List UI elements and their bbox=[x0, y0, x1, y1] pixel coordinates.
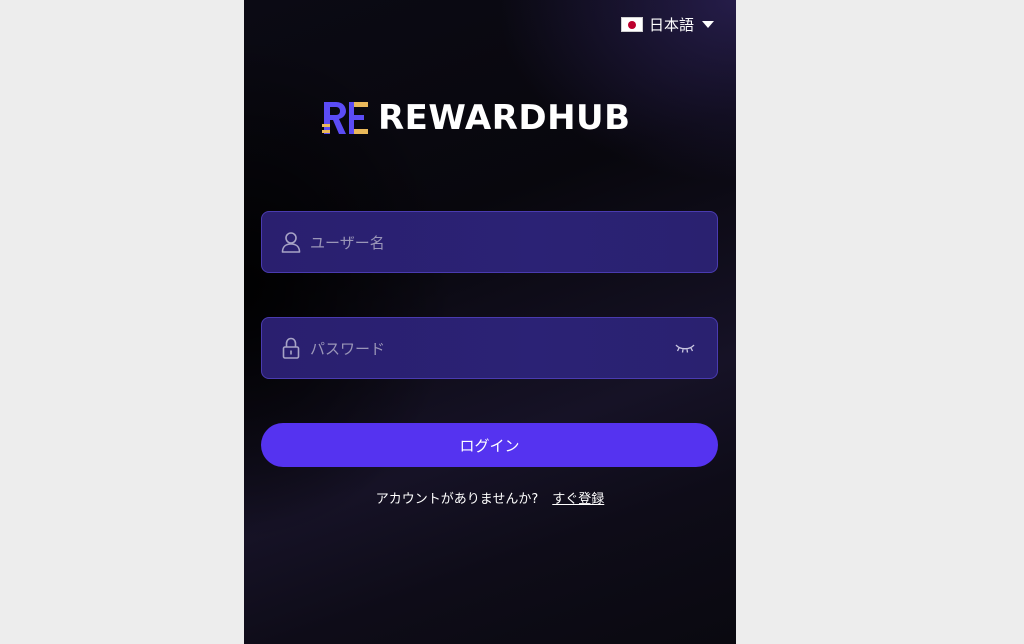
username-field[interactable]: ユーザー名 bbox=[261, 211, 718, 273]
caret-down-icon bbox=[702, 21, 714, 28]
login-button[interactable]: ログイン bbox=[261, 423, 718, 467]
lock-icon bbox=[280, 337, 302, 359]
username-placeholder: ユーザー名 bbox=[310, 233, 385, 252]
app-screen: 日本語 REWARDHUB ユーザー名 パスワード ログイン アカウントがありま… bbox=[244, 0, 736, 644]
signup-prompt: アカウントがありませんか? bbox=[375, 492, 539, 507]
password-placeholder: パスワード bbox=[310, 339, 386, 358]
signup-row: アカウントがありませんか? すぐ登録 bbox=[244, 488, 736, 507]
japan-flag-icon bbox=[620, 17, 643, 32]
signup-link[interactable]: すぐ登録 bbox=[552, 492, 604, 507]
logo-text: REWARDHUB bbox=[378, 98, 631, 138]
user-icon bbox=[280, 231, 302, 253]
logo-mark-icon bbox=[322, 102, 368, 134]
eye-closed-icon[interactable] bbox=[675, 341, 695, 355]
password-field[interactable]: パスワード bbox=[261, 317, 718, 379]
rewardhub-logo: REWARDHUB bbox=[322, 98, 631, 138]
language-selector[interactable]: 日本語 bbox=[620, 14, 714, 35]
language-label: 日本語 bbox=[648, 16, 694, 34]
